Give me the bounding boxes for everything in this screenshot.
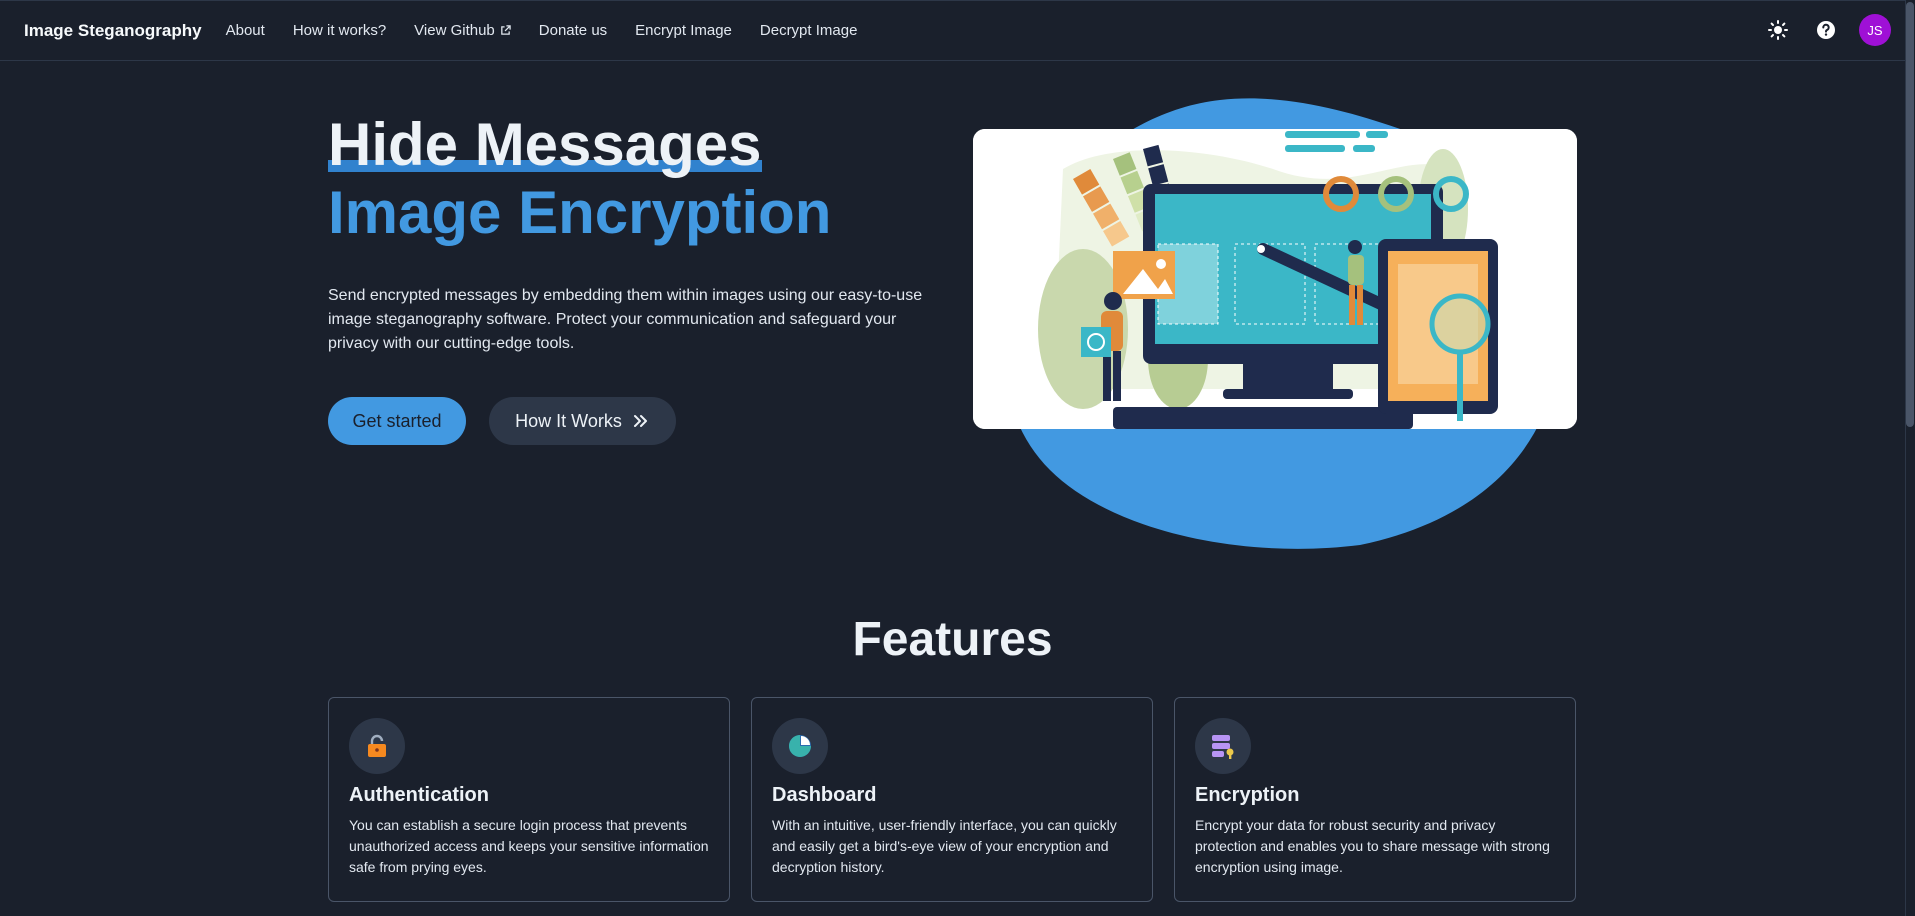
nav-link-view-github-label: View Github xyxy=(414,22,495,39)
hero-description: Send encrypted messages by embedding the… xyxy=(328,287,923,352)
feature-card-title: Dashboard xyxy=(772,784,877,806)
feature-card-text: Encrypt your data for robust security an… xyxy=(1195,817,1550,875)
double-chevron-right-icon xyxy=(633,415,647,427)
help-button[interactable] xyxy=(1811,15,1841,45)
feature-card-title: Encryption xyxy=(1195,784,1300,806)
features-heading: Features xyxy=(852,613,1053,666)
nav-right-actions: JS xyxy=(1763,14,1891,46)
how-it-works-button[interactable]: How It Works xyxy=(489,397,676,445)
user-avatar[interactable]: JS xyxy=(1859,14,1891,46)
computer-design-illustration xyxy=(973,129,1577,429)
nav-link-view-github[interactable]: View Github xyxy=(414,22,511,39)
pie-chart-icon xyxy=(789,735,811,757)
hero-title-line1: Hide Messages xyxy=(328,111,762,178)
database-key-icon xyxy=(1212,735,1234,759)
sun-icon xyxy=(1768,20,1788,40)
feature-card-title: Authentication xyxy=(349,784,489,806)
external-link-icon xyxy=(500,25,511,35)
nav-link-how-it-works[interactable]: How it works? xyxy=(293,22,386,39)
feature-card-encryption: Encryption Encrypt your data for robust … xyxy=(1174,697,1576,902)
feature-card-text: With an intuitive, user-friendly interfa… xyxy=(772,817,1117,875)
hero-illustration-card xyxy=(973,129,1577,429)
feature-card-authentication: Authentication You can establish a secur… xyxy=(328,697,730,902)
feature-card-dashboard: Dashboard With an intuitive, user-friend… xyxy=(751,697,1153,902)
question-circle-icon xyxy=(1817,21,1835,39)
nav-link-encrypt-image[interactable]: Encrypt Image xyxy=(635,22,732,39)
nav-link-donate[interactable]: Donate us xyxy=(539,22,607,39)
get-started-button[interactable]: Get started xyxy=(328,397,466,445)
theme-toggle-button[interactable] xyxy=(1763,15,1793,45)
hero-title-line2: Image Encryption xyxy=(328,179,832,246)
how-it-works-button-label: How It Works xyxy=(515,410,622,431)
brand-logo-text[interactable]: Image Steganography xyxy=(24,21,202,41)
card-icon-wrapper xyxy=(772,718,828,774)
feature-card-text: You can establish a secure login process… xyxy=(349,817,709,875)
card-icon-wrapper xyxy=(1195,718,1251,774)
page-scrollbar[interactable] xyxy=(1905,0,1915,916)
nav-link-decrypt-image[interactable]: Decrypt Image xyxy=(760,22,858,39)
top-navbar: Image Steganography About How it works? … xyxy=(0,0,1905,61)
nav-link-about[interactable]: About xyxy=(226,22,265,39)
lock-icon xyxy=(368,734,386,757)
scrollbar-thumb[interactable] xyxy=(1906,2,1914,427)
card-icon-wrapper xyxy=(349,718,405,774)
